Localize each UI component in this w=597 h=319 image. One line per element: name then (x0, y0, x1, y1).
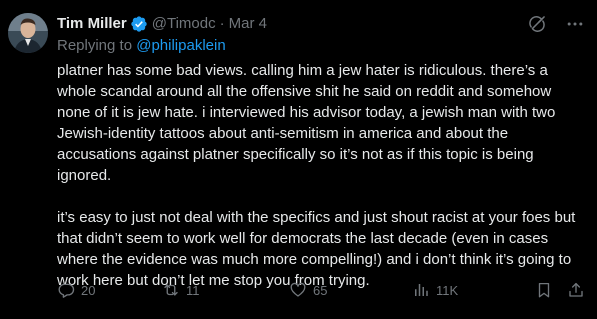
tweet-text: platner has some bad views. calling him … (57, 60, 587, 291)
views-button[interactable]: 11K (412, 281, 458, 299)
tweet-header: Tim Miller @Timodc · Mar 4 (57, 14, 267, 34)
avatar-image (8, 13, 48, 53)
author-handle[interactable]: @Timodc (152, 14, 216, 34)
tweet[interactable]: Tim Miller @Timodc · Mar 4 Replying to @… (0, 0, 597, 319)
avatar[interactable] (8, 13, 48, 53)
separator-dot: · (219, 15, 225, 32)
share-icon (567, 281, 585, 299)
more-icon[interactable] (565, 14, 585, 34)
replying-to: Replying to @philipaklein (57, 36, 226, 56)
replying-to-label: Replying to (57, 37, 137, 54)
like-button[interactable]: 65 (289, 281, 327, 299)
repost-icon (162, 281, 180, 299)
like-icon (289, 281, 307, 299)
verified-badge-icon[interactable] (130, 15, 148, 33)
bookmark-button[interactable] (535, 281, 553, 299)
reply-icon (57, 281, 75, 299)
author-name[interactable]: Tim Miller (57, 14, 127, 34)
reply-button[interactable]: 20 (57, 281, 95, 299)
header-actions (527, 14, 585, 34)
views-count: 11K (436, 282, 459, 298)
share-button[interactable] (567, 281, 585, 299)
like-count: 65 (313, 282, 328, 298)
tweet-date[interactable]: Mar 4 (229, 14, 267, 34)
reply-count: 20 (81, 282, 96, 298)
views-icon (412, 281, 430, 299)
bookmark-icon (535, 281, 553, 299)
repost-button[interactable]: 11 (162, 281, 200, 299)
tweet-paragraph: platner has some bad views. calling him … (57, 62, 556, 184)
replying-to-handle[interactable]: @philipaklein (136, 37, 225, 54)
repost-count: 11 (186, 282, 200, 298)
grok-icon[interactable] (527, 14, 547, 34)
tweet-paragraph: it’s easy to just not deal with the spec… (57, 209, 576, 289)
